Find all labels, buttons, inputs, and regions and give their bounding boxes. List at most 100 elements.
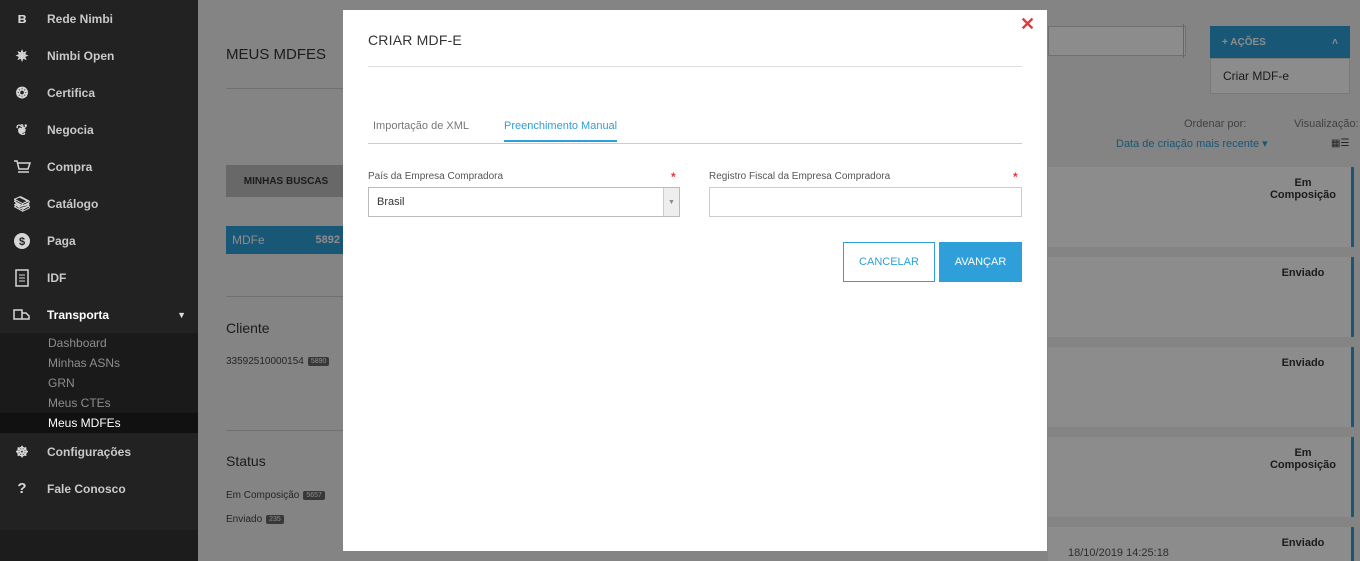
divider <box>1183 24 1184 58</box>
country-label: País da Empresa Compradora <box>368 171 504 182</box>
cart-icon <box>12 157 32 177</box>
page-title: MEUS MDFES <box>226 46 327 63</box>
card-date: 18/10/2019 14:25:18 <box>1068 547 1169 559</box>
status-badge: Em Composição <box>1269 447 1336 471</box>
nimbi-logo-icon: ʙ <box>17 10 27 27</box>
status-heading: Status <box>226 453 266 469</box>
status-label: Enviado <box>226 514 263 525</box>
sort-select[interactable]: Data de criação mais recente ▾ <box>1116 137 1268 150</box>
menu-item-criar-mdfe[interactable]: Criar MDF-e <box>1210 58 1350 94</box>
sidebar-item-paga[interactable]: $ Paga <box>0 222 198 259</box>
sidebar-item-rede-nimbi[interactable]: ʙ Rede Nimbi <box>0 0 198 37</box>
status-filter-em-composicao[interactable]: Em Composição 5657 <box>226 490 325 501</box>
required-indicator: * <box>671 170 676 184</box>
divider <box>226 430 346 431</box>
status-badge: Enviado <box>1281 357 1325 369</box>
count-badge: 235 <box>266 515 284 524</box>
document-icon <box>12 268 32 288</box>
status-badge: Enviado <box>1281 267 1325 279</box>
sidebar-item-certifica[interactable]: ❂ Certifica <box>0 74 198 111</box>
sidebar-subitem-grn[interactable]: GRN <box>0 373 198 393</box>
certifica-icon: ❂ <box>15 84 29 102</box>
sidebar-subitem-minhas-asns[interactable]: Minhas ASNs <box>0 353 198 373</box>
list-view-icon[interactable]: ☰ <box>1340 138 1349 149</box>
fiscal-registry-input[interactable] <box>709 187 1022 217</box>
sidebar-item-fale-conosco[interactable]: ? Fale Conosco <box>0 470 198 507</box>
cliente-heading: Cliente <box>226 320 270 336</box>
catalog-icon: 📚︎ <box>12 195 32 213</box>
country-value: Brasil <box>377 196 405 208</box>
sidebar-footer <box>0 530 198 561</box>
mdfe-card[interactable]: Em Composição <box>1048 167 1354 247</box>
sidebar-item-label: Rede Nimbi <box>47 11 114 26</box>
sidebar-item-label: Compra <box>47 159 93 174</box>
sidebar-item-idf[interactable]: IDF <box>0 259 198 296</box>
truck-icon <box>12 305 32 325</box>
sidebar-item-label: Nimbi Open <box>47 48 115 63</box>
sidebar-item-label: Paga <box>47 233 76 248</box>
sidebar-item-label: IDF <box>47 270 67 285</box>
sidebar-item-nimbi-open[interactable]: ✵ Nimbi Open <box>0 37 198 74</box>
sidebar-subitem-meus-mdfes[interactable]: Meus MDFEs <box>0 413 198 433</box>
sidebar-item-configuracoes[interactable]: ☸ Configurações <box>0 433 198 470</box>
required-indicator: * <box>1013 170 1018 184</box>
sort-label: Ordenar por: <box>1184 118 1247 130</box>
mdfe-card[interactable]: Enviado 18/10/2019 14:25:18 <box>1048 527 1354 561</box>
help-icon: ? <box>17 480 27 497</box>
sidebar-subitem-meus-ctes[interactable]: Meus CTEs <box>0 393 198 413</box>
country-select[interactable]: Brasil ▼ <box>368 187 680 217</box>
tab-importacao-xml[interactable]: Importação de XML <box>373 120 469 140</box>
next-button[interactable]: AVANÇAR <box>939 242 1022 282</box>
sidebar-item-transporta[interactable]: Transporta ▼ <box>0 296 198 333</box>
modal-tabs: Importação de XML Preenchimento Manual <box>368 114 1022 144</box>
divider <box>368 66 1022 67</box>
fiscal-label: Registro Fiscal da Empresa Compradora <box>709 171 891 182</box>
handshake-icon: ❦ <box>15 121 29 139</box>
nimbi-open-icon: ✵ <box>15 47 29 65</box>
caret-down-icon: ▼ <box>177 309 186 320</box>
close-icon[interactable]: ✕ <box>1020 14 1035 35</box>
chevron-up-icon: ˄ <box>1332 36 1338 48</box>
divider <box>226 88 346 89</box>
sidebar-item-label: Negocia <box>47 122 94 137</box>
sidebar-item-compra[interactable]: Compra <box>0 148 198 185</box>
sidebar: ʙ Rede Nimbi ✵ Nimbi Open ❂ Certifica ❦ Nego… <box>0 0 198 561</box>
chevron-down-icon: ▼ <box>663 188 679 216</box>
view-label: Visualização: <box>1294 118 1359 130</box>
status-badge: Em Composição <box>1269 177 1336 201</box>
mdfe-filter-tag[interactable]: MDFe 5892 <box>226 226 346 254</box>
sidebar-item-label: Transporta <box>47 307 110 322</box>
cancel-button[interactable]: CANCELAR <box>843 242 935 282</box>
svg-text:$: $ <box>19 236 25 248</box>
my-searches-button[interactable]: MINHAS BUSCAS <box>226 165 346 197</box>
mdfe-card[interactable]: Enviado <box>1048 347 1354 427</box>
modal-title: CRIAR MDF-E <box>368 32 462 48</box>
mdfe-card[interactable]: Em Composição <box>1048 437 1354 517</box>
sidebar-item-catalogo[interactable]: 📚︎ Catálogo <box>0 185 198 222</box>
create-mdfe-modal: ✕ CRIAR MDF-E Importação de XML Preenchi… <box>343 10 1047 551</box>
actions-label: + AÇÕES <box>1222 36 1266 48</box>
actions-button[interactable]: + AÇÕES ˄ <box>1210 26 1350 58</box>
sidebar-item-label: Configurações <box>47 444 132 459</box>
sidebar-item-negocia[interactable]: ❦ Negocia <box>0 111 198 148</box>
count-badge: 5890 <box>307 357 330 366</box>
view-toggle[interactable]: ▦☰ <box>1331 138 1349 149</box>
tab-preenchimento-manual[interactable]: Preenchimento Manual <box>504 120 618 142</box>
status-filter-enviado[interactable]: Enviado 235 <box>226 514 284 525</box>
mdfe-card[interactable]: Enviado <box>1048 257 1354 337</box>
sidebar-item-label: Fale Conosco <box>47 481 126 496</box>
mdfe-tag-count: 5892 <box>315 234 340 246</box>
cliente-filter[interactable]: 33592510000154 5890 <box>226 356 330 367</box>
dollar-icon: $ <box>12 231 32 251</box>
mdfe-tag-label: MDFe <box>232 233 265 247</box>
caret-down-icon: ▾ <box>1262 138 1268 150</box>
search-input[interactable] <box>1048 26 1186 56</box>
sidebar-subitem-dashboard[interactable]: Dashboard <box>0 333 198 353</box>
sort-value: Data de criação mais recente <box>1116 138 1260 150</box>
count-badge: 5657 <box>303 491 325 500</box>
sidebar-item-label: Certifica <box>47 85 96 100</box>
transporta-submenu: Dashboard Minhas ASNs GRN Meus CTEs Meus… <box>0 333 198 433</box>
status-badge: Enviado <box>1281 537 1325 549</box>
sidebar-item-label: Catálogo <box>47 196 99 211</box>
divider <box>226 296 346 297</box>
